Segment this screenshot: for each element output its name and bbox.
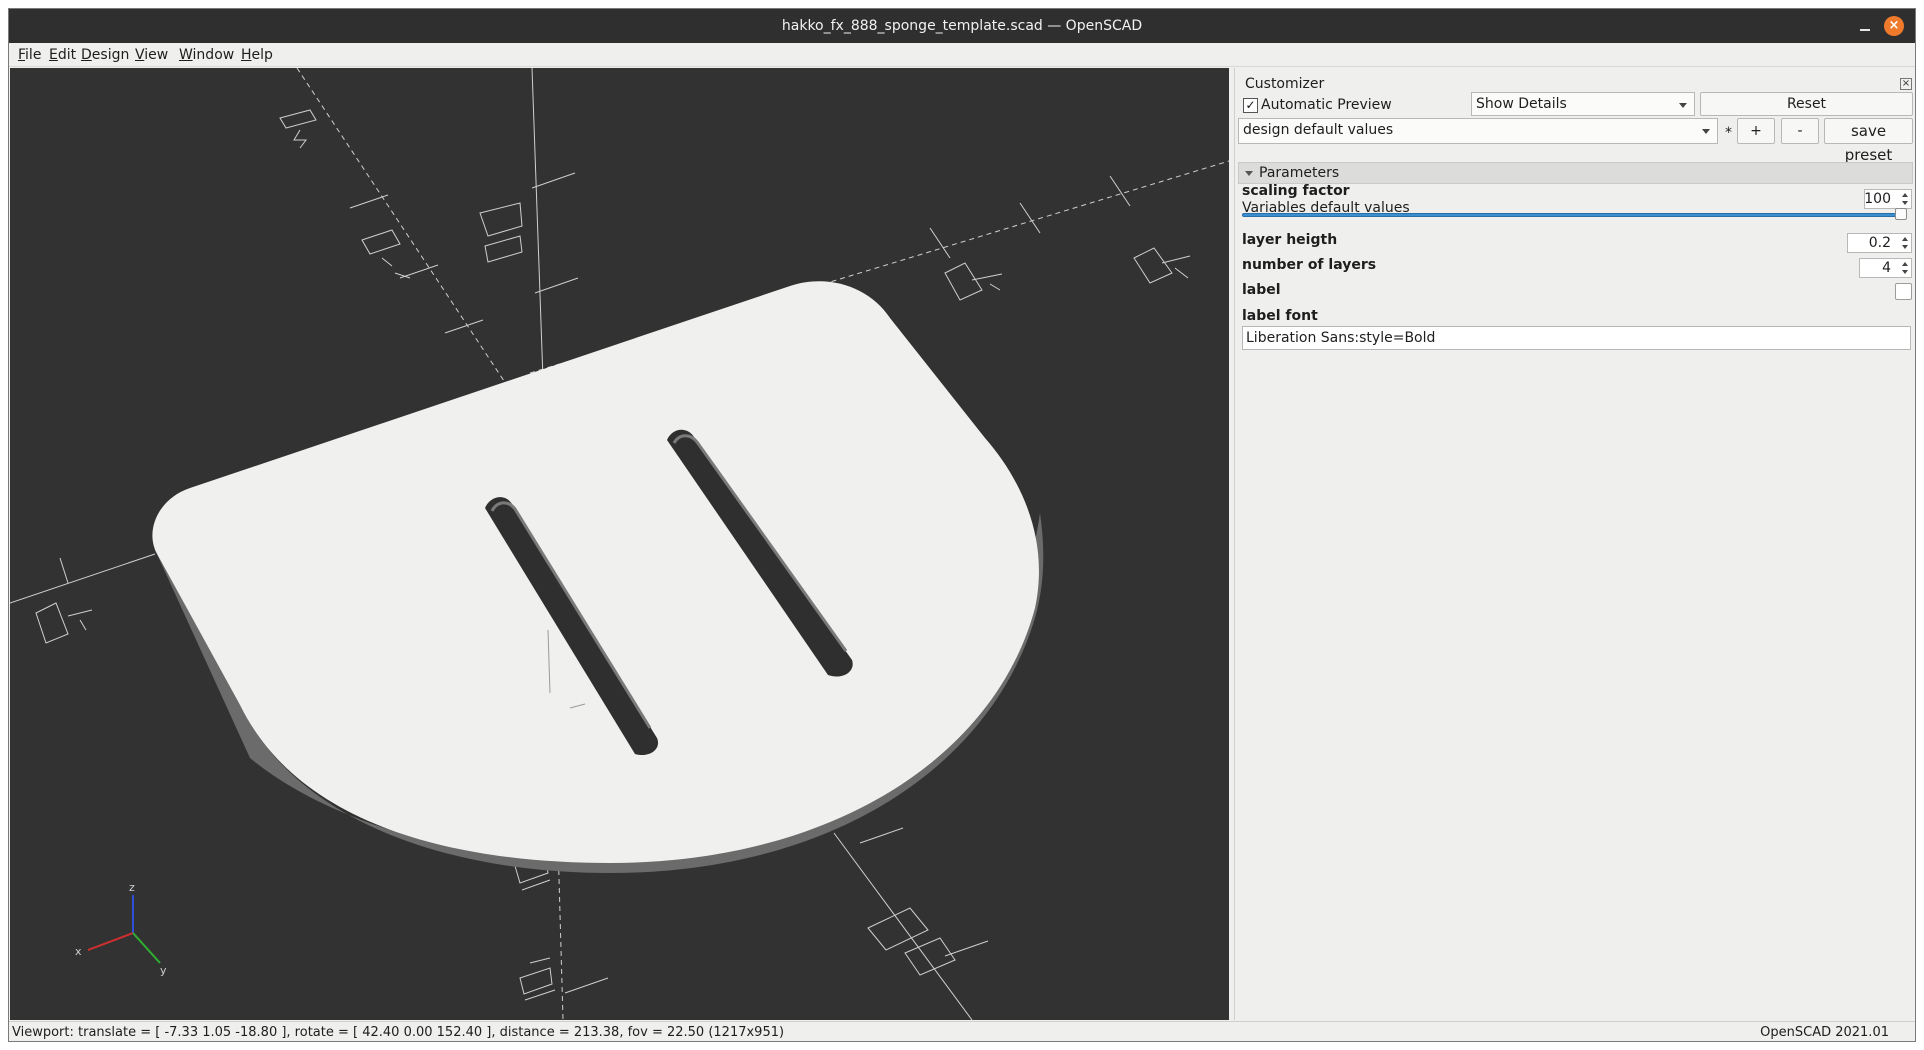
label-checkbox[interactable] — [1895, 283, 1912, 300]
label-font-label: label font — [1242, 308, 1318, 324]
panel-close-icon[interactable]: × — [1900, 78, 1912, 90]
scaling-factor-slider[interactable] — [1242, 213, 1905, 217]
details-mode-value: Show Details — [1476, 96, 1567, 112]
layer-height-value: 0.2 — [1868, 235, 1891, 251]
number-of-layers-value: 4 — [1882, 260, 1891, 276]
menu-view[interactable]: View — [135, 47, 168, 63]
scaling-factor-spinbox[interactable]: 100 — [1864, 189, 1912, 209]
save-preset-button[interactable]: save preset — [1824, 118, 1913, 164]
reset-button[interactable]: Reset — [1700, 92, 1913, 116]
menu-bar: File Edit Design View Window Help — [9, 43, 1915, 67]
minimize-button[interactable] — [1855, 16, 1875, 36]
label-font-input[interactable]: Liberation Sans:style=Bold — [1242, 326, 1911, 350]
scaling-factor-label: scaling factor — [1242, 183, 1350, 199]
axis-line-right — [833, 832, 973, 1020]
menu-help[interactable]: Help — [241, 47, 273, 63]
label-param-label: label — [1242, 282, 1281, 298]
version-label: OpenSCAD 2021.01 — [1760, 1025, 1889, 1040]
axis-line-dashed-1 — [296, 68, 511, 391]
label-font-value: Liberation Sans:style=Bold — [1246, 330, 1436, 346]
automatic-preview-label: Automatic Preview — [1261, 97, 1392, 113]
axis-line-left — [10, 553, 156, 604]
axis-gizmo-z-label: z — [129, 881, 135, 894]
layer-height-spinbox[interactable]: 0.2 — [1847, 233, 1912, 253]
number-of-layers-label: number of layers — [1242, 257, 1377, 273]
axis-line-vertical — [531, 68, 545, 409]
menu-window[interactable]: Window — [179, 47, 234, 63]
automatic-preview-checkbox[interactable]: ✓ — [1243, 98, 1258, 113]
spin-up-icon[interactable] — [1902, 193, 1908, 197]
axis-gizmo-x-label: x — [75, 945, 82, 958]
number-of-layers-spinbox[interactable]: 4 — [1859, 258, 1912, 278]
spin-down-icon[interactable] — [1902, 245, 1908, 249]
collapse-triangle-icon — [1245, 171, 1253, 176]
customizer-title: Customizer — [1245, 76, 1325, 92]
remove-preset-button[interactable]: - — [1781, 118, 1819, 144]
spin-up-icon[interactable] — [1902, 237, 1908, 241]
viewport-info: Viewport: translate = [ -7.33 1.05 -18.8… — [12, 1025, 785, 1040]
preset-select[interactable]: design default values — [1238, 118, 1718, 144]
axis-gizmo — [87, 895, 161, 964]
add-preset-button[interactable]: + — [1737, 118, 1775, 144]
scaling-factor-slider-handle[interactable] — [1895, 208, 1907, 220]
spin-up-icon[interactable] — [1902, 262, 1908, 266]
chevron-down-icon — [1702, 129, 1710, 134]
openscad-window: hakko_fx_888_sponge_template.scad — Open… — [8, 8, 1916, 1042]
3d-viewport[interactable]: z x y — [10, 68, 1229, 1020]
window-title: hakko_fx_888_sponge_template.scad — Open… — [781, 18, 1143, 34]
axis-gizmo-y-label: y — [160, 964, 167, 977]
layer-height-label: layer heigth — [1242, 232, 1338, 248]
menu-file[interactable]: File — [18, 47, 41, 63]
preset-value: design default values — [1243, 122, 1394, 138]
chevron-down-icon — [1679, 103, 1687, 108]
details-mode-select[interactable]: Show Details — [1471, 92, 1695, 116]
spin-down-icon[interactable] — [1902, 201, 1908, 205]
viewport-canvas: z x y — [10, 68, 1229, 1020]
menu-design[interactable]: Design — [81, 47, 129, 63]
close-window-button[interactable]: × — [1884, 16, 1904, 36]
customizer-panel: Customizer × ✓ Automatic Preview Show De… — [1234, 68, 1915, 1020]
parameters-section-label: Parameters — [1259, 165, 1340, 181]
status-bar: Viewport: translate = [ -7.33 1.05 -18.8… — [9, 1021, 1915, 1041]
menu-edit[interactable]: Edit — [49, 47, 76, 63]
spin-down-icon[interactable] — [1902, 270, 1908, 274]
parameters-section-header[interactable]: Parameters — [1238, 162, 1913, 184]
scaling-factor-value: 100 — [1864, 191, 1891, 207]
preset-modified-marker: * — [1725, 125, 1732, 141]
title-bar: hakko_fx_888_sponge_template.scad — Open… — [9, 9, 1915, 43]
